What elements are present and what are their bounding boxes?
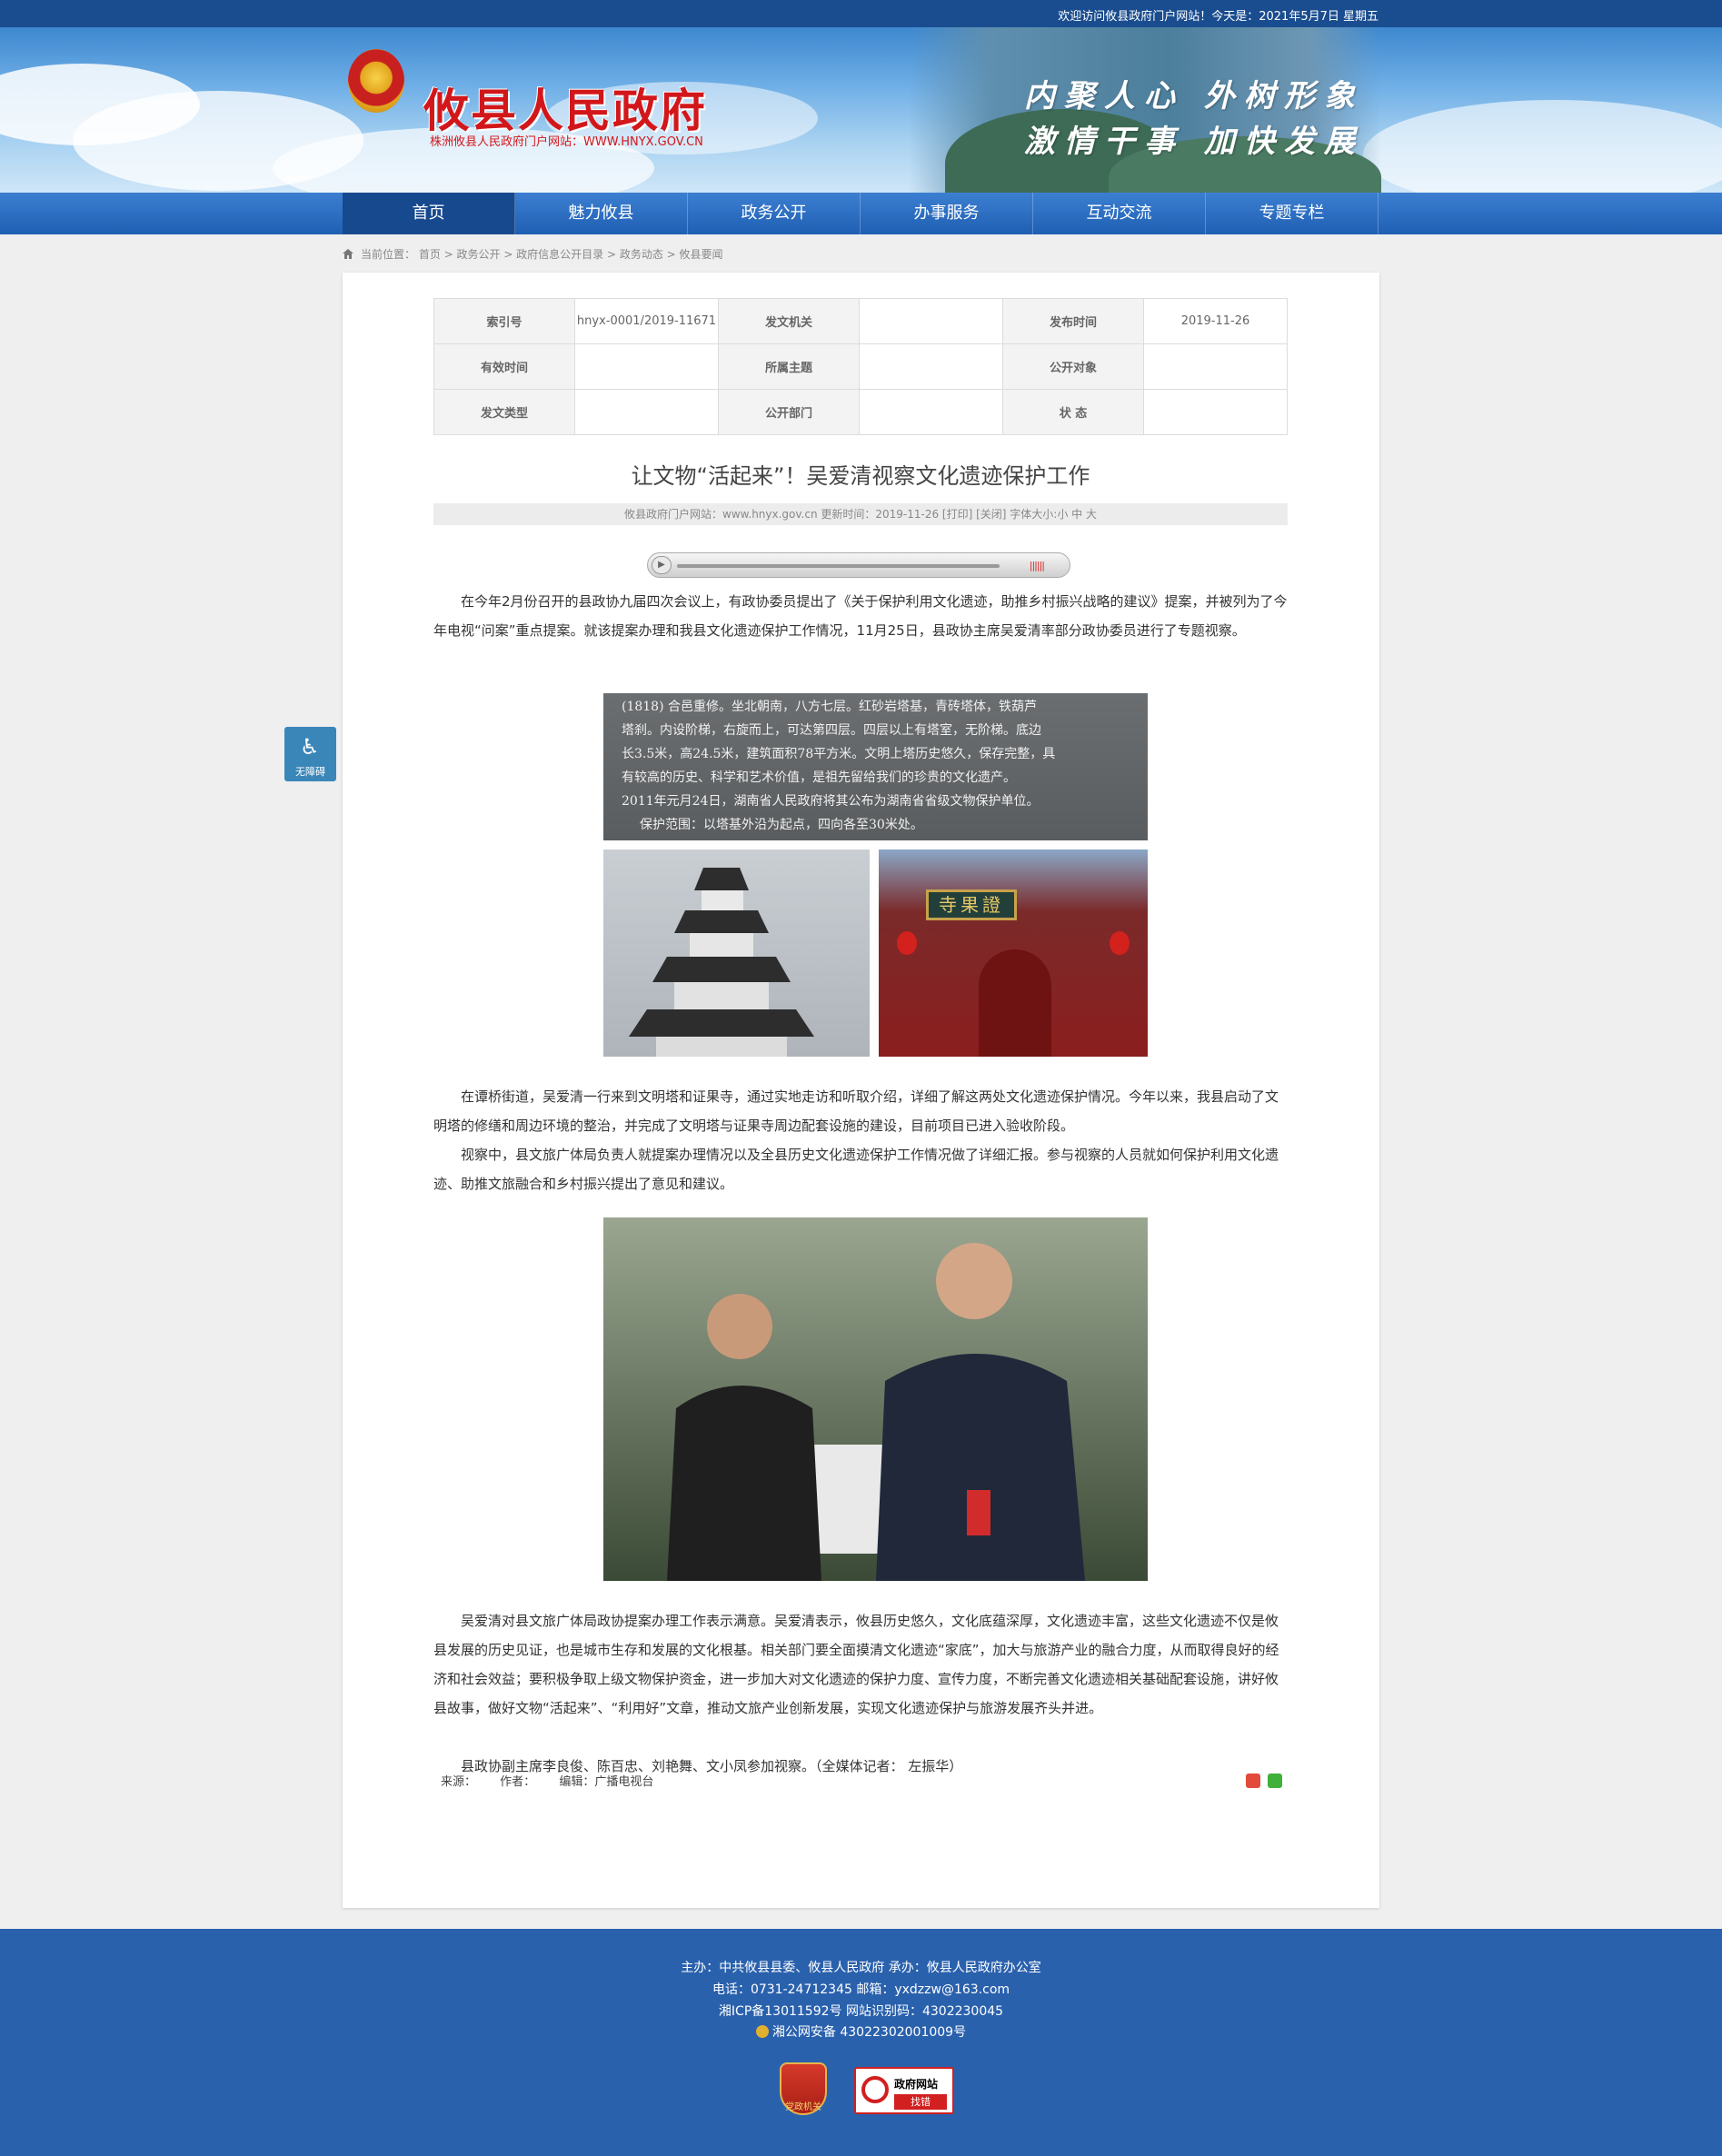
site-footer: 主办：中共攸县县委、攸县人民政府 承办：攸县人民政府办公室 电话：0731-24…	[0, 1929, 1722, 2156]
article-card: 索引号 hnyx-0001/2019-11671 发文机关 发布时间 2019-…	[343, 273, 1379, 1908]
document-meta-table: 索引号 hnyx-0001/2019-11671 发文机关 发布时间 2019-…	[433, 298, 1288, 435]
meta-valid-label: 有效时间	[433, 343, 575, 390]
temple-gate-photo: 寺果證	[879, 849, 1148, 1057]
wechat-share-icon[interactable]	[1268, 1773, 1282, 1788]
meta-audience-value	[1143, 343, 1288, 390]
footer-police-text: 湘公网安备 43022302001009号	[771, 2025, 967, 2040]
weibo-share-icon[interactable]	[1246, 1773, 1260, 1788]
nav-charm-youxian[interactable]: 魅力攸县	[515, 193, 688, 234]
inspection-group-photo	[603, 1217, 1148, 1581]
breadcrumb-text[interactable]: 当前位置： 首页 > 政务公开 > 政府信息公开目录 > 政务动态 > 攸县要闻	[361, 248, 723, 261]
report-error-badge[interactable]: 政府网站 找错	[854, 2067, 954, 2114]
site-title[interactable]: 攸县人民政府	[423, 75, 707, 140]
meta-valid-value	[574, 343, 719, 390]
stele-line-4: 有较高的历史、科学和艺术价值，是祖先留给我们的珍贵的文化遗产。	[622, 770, 1016, 785]
stele-line-3: 长3.5米，高24.5米，建筑面积78平方米。文明上塔历史悠久，保存完整，具	[622, 747, 1056, 761]
footer-contact: 电话：0731-24712345 邮箱：yxdzzw@163.com	[712, 1982, 1010, 1997]
footer-icp[interactable]: 湘ICP备13011592号 网站识别码：4302230045	[0, 2002, 1722, 2020]
article-info-bar[interactable]: 攸县政府门户网站：www.hnyx.gov.cn 更新时间：2019-11-26…	[433, 503, 1288, 525]
article-title: 让文物“活起来”！吴爱清视察文化遗迹保护工作	[631, 463, 1090, 489]
report-error-line-1: 政府网站	[894, 2078, 939, 2091]
welcome-text: 欢迎访问攸县政府门户网站！今天是：2021年5月7日 星期五	[1058, 10, 1379, 24]
nav-special-topics[interactable]: 专题专栏	[1206, 193, 1379, 234]
police-badge-icon	[755, 2025, 769, 2038]
report-error-line-2: 找错	[894, 2094, 947, 2110]
breadcrumb: 当前位置： 首页 > 政务公开 > 政府信息公开目录 > 政务动态 > 攸县要闻	[343, 246, 723, 262]
meta-audience-label: 公开对象	[1002, 343, 1144, 390]
stele-line-5: 2011年元月24日，湖南省人民政府将其公布为湖南省省级文物保护单位。	[622, 794, 1040, 809]
home-icon	[343, 249, 353, 259]
stele-line-1: (1818) 合邑重修。坐北朝南，八方七层。红砂岩塔基，青砖塔体，铁葫芦	[622, 700, 1038, 714]
meta-issuer-value	[859, 298, 1003, 344]
meta-dept-value	[859, 389, 1003, 435]
slogan-line-1: 内聚人心 外树形象	[1024, 78, 1364, 114]
article-paragraph-3: 视察中，县文旅广体局负责人就提案办理情况以及全县历史文化遗迹保护工作情况做了详细…	[433, 1147, 1279, 1192]
national-emblem-icon	[348, 49, 404, 113]
footer-police-record[interactable]: 湘公网安备 43022302001009号	[0, 2022, 1722, 2041]
audio-progress-track[interactable]	[677, 564, 1000, 568]
people-picture	[603, 1217, 1148, 1581]
meta-pubdate-value: 2019-11-26	[1143, 298, 1288, 344]
article-credits: 来源： 作者： 编辑：广播电视台	[441, 1772, 673, 1789]
article-paragraph-4: 吴爱清对县文旅广体局政协提案办理工作表示满意。吴爱清表示，攸县历史悠久，文化底蕴…	[433, 1613, 1279, 1716]
meta-status-label: 状 态	[1002, 389, 1144, 435]
meta-doctype-value	[574, 389, 719, 435]
source-label: 来源：	[441, 1775, 477, 1789]
magnifier-icon	[861, 2076, 889, 2103]
wheelchair-icon: ♿	[300, 734, 320, 760]
meta-index-label: 索引号	[433, 298, 575, 344]
site-subtitle: 株洲攸县人民政府门户网站：WWW.HNYX.GOV.CN	[430, 135, 703, 149]
meta-topic-label: 所属主题	[718, 343, 860, 390]
nav-home[interactable]: 首页	[343, 193, 515, 234]
meta-pubdate-label: 发布时间	[1002, 298, 1144, 344]
header-banner	[0, 27, 1722, 193]
slogan-line-2: 激情干事 加快发展	[1024, 124, 1364, 160]
meta-issuer-label: 发文机关	[718, 298, 860, 344]
meta-index-value: hnyx-0001/2019-11671	[574, 298, 719, 344]
meta-topic-value	[859, 343, 1003, 390]
stele-line-2: 塔刹。内设阶梯，右旋而上，可达第四层。四层以上有塔室，无阶梯。底边	[622, 723, 1041, 738]
editor-label: 编辑：广播电视台	[559, 1775, 654, 1789]
temple-plaque: 寺果證	[926, 889, 1017, 920]
main-nav: 首页 魅力攸县 政务公开 办事服务 互动交流 专题专栏	[0, 193, 1722, 234]
party-government-badge[interactable]: 党政机关	[780, 2062, 827, 2115]
pagoda-photo	[603, 849, 870, 1057]
nav-services[interactable]: 办事服务	[861, 193, 1033, 234]
top-bar: 欢迎访问攸县政府门户网站！今天是：2021年5月7日 星期五	[0, 0, 1722, 27]
stele-inscription-photo: (1818) 合邑重修。坐北朝南，八方七层。红砂岩塔基，青砖塔体，铁葫芦 塔刹。…	[603, 693, 1148, 840]
meta-doctype-label: 发文类型	[433, 389, 575, 435]
nav-interaction[interactable]: 互动交流	[1033, 193, 1206, 234]
meta-status-value	[1143, 389, 1288, 435]
audio-player[interactable]: ▶ ||||||	[647, 552, 1070, 578]
author-label: 作者：	[500, 1775, 536, 1789]
footer-sponsor: 主办：中共攸县县委、攸县人民政府 承办：攸县人民政府办公室	[681, 1961, 1041, 1975]
pagoda-picture	[629, 868, 814, 1057]
article-paragraph-1: 在今年2月份召开的县政协九届四次会议上，有政协委员提出了《关于保护利用文化遗迹，…	[433, 593, 1288, 639]
stele-line-6: 保护范围：以塔基外沿为起点，四向各至30米处。	[640, 818, 923, 832]
accessibility-button[interactable]: ♿ 无障碍	[284, 727, 336, 781]
volume-icon[interactable]: ||||||	[1030, 560, 1045, 571]
meta-dept-label: 公开部门	[718, 389, 860, 435]
article-paragraph-2: 在谭桥街道，吴爱清一行来到文明塔和证果寺，通过实地走访和听取介绍，详细了解这两处…	[433, 1088, 1279, 1134]
party-government-badge-label: 党政机关	[785, 2102, 821, 2112]
play-icon[interactable]: ▶	[652, 556, 672, 574]
nav-government-affairs[interactable]: 政务公开	[688, 193, 861, 234]
accessibility-label: 无障碍	[295, 766, 325, 778]
